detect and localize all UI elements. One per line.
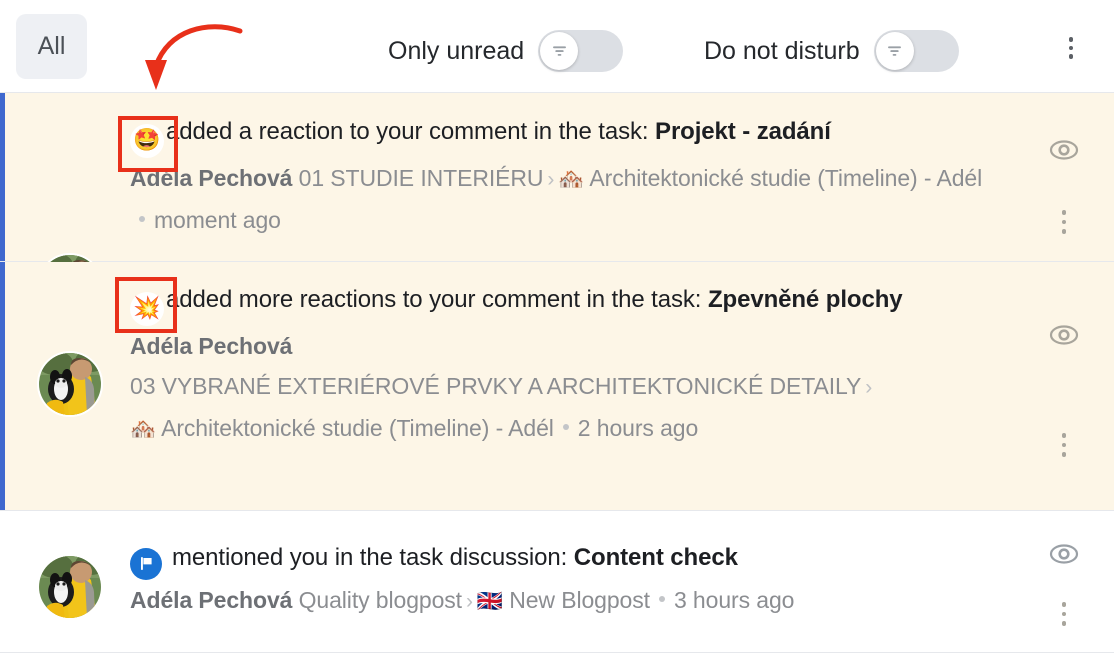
kebab-menu-icon-dot <box>1068 45 1074 51</box>
only-unread-switch[interactable] <box>538 30 624 72</box>
do-not-disturb-label: Do not disturb <box>704 36 860 65</box>
only-unread-label: Only unread <box>388 36 525 65</box>
collision-emoji: 💥 <box>130 292 164 326</box>
kebab-menu-icon-dot <box>1061 210 1067 215</box>
mark-as-read-eye-icon[interactable] <box>1042 320 1086 350</box>
notification-timestamp: moment ago <box>154 207 281 233</box>
notification-meta: Adéla Pechová 03 VYBRANÉ EXTERIÉROVÉ PRV… <box>130 326 1004 449</box>
notification-author[interactable]: Adéla Pechová <box>130 165 292 191</box>
notification-meta: Adéla Pechová 01 STUDIE INTERIÉRU › 🏘️ Arc… <box>130 158 1004 240</box>
mark-as-read-eye-icon[interactable] <box>1042 135 1086 165</box>
kebab-menu-icon-dot <box>1061 452 1067 457</box>
notification-breadcrumb-1[interactable]: 01 STUDIE INTERIÉRU <box>299 165 544 191</box>
meta-separator-dot <box>658 595 665 602</box>
do-not-disturb-switch[interactable] <box>873 30 959 72</box>
notification-row[interactable]: mentioned you in the task discussion: Co… <box>0 511 1114 653</box>
filter-funnel-icon <box>552 46 566 56</box>
notification-headline-text: mentioned you in the task discussion: <box>172 544 568 571</box>
kebab-menu-icon-dot <box>1061 219 1067 225</box>
notification-content: mentioned you in the task discussion: Co… <box>130 511 1004 652</box>
user-avatar-adela-pechova[interactable] <box>37 554 103 620</box>
notification-content: 💥 added more reactions to your comment in… <box>130 262 1004 510</box>
kebab-menu-icon-dot <box>1068 54 1074 59</box>
notification-breadcrumb-1[interactable]: Quality blogpost <box>299 587 462 613</box>
kebab-menu-icon-dot <box>1061 621 1067 626</box>
notification-timestamp: 2 hours ago <box>577 415 699 441</box>
meta-separator-dot <box>562 424 569 430</box>
kebab-menu-icon-dot <box>1061 229 1067 234</box>
notification-list: 🤩 added a reaction to your comment in the… <box>0 93 1114 653</box>
notification-breadcrumb-2[interactable]: New Blogpost <box>509 587 650 613</box>
star-struck-emoji: 🤩 <box>130 124 164 158</box>
only-unread-toggle-group: Only unread <box>388 30 624 72</box>
notification-breadcrumb-1[interactable]: 03 VYBRANÉ EXTERIÉROVÉ PRVKY A ARCHITEKT… <box>130 373 861 399</box>
do-not-disturb-switch-knob <box>875 32 914 70</box>
chevron-right-icon: › <box>865 376 873 399</box>
notification-headline: 💥 added more reactions to your comment in… <box>130 280 1004 326</box>
kebab-menu-icon-dot <box>1068 37 1074 42</box>
do-not-disturb-toggle-group: Do not disturb <box>704 30 959 72</box>
flag-icon <box>140 557 152 570</box>
notification-author[interactable]: Adéla Pechová <box>130 333 292 359</box>
kebab-menu-icon-dot <box>1061 433 1067 438</box>
notification-more-options-button[interactable] <box>1042 597 1086 631</box>
house-emoji: 🏘️ <box>130 417 157 441</box>
notification-row[interactable]: 🤩 added a reaction to your comment in the… <box>0 93 1114 319</box>
notification-author[interactable]: Adéla Pechová <box>130 587 292 613</box>
notification-headline-text: added more reactions to your comment in … <box>166 286 702 313</box>
notification-row[interactable]: 💥 added more reactions to your comment in… <box>0 262 1114 511</box>
filter-chip-all[interactable]: All <box>16 13 87 79</box>
user-avatar-adela-pechova[interactable] <box>37 351 103 417</box>
notification-timestamp: 3 hours ago <box>673 586 795 613</box>
notification-more-options-button[interactable] <box>1042 428 1086 462</box>
flag-badge-icon <box>130 547 162 580</box>
mark-as-read-eye-icon[interactable] <box>1042 539 1086 569</box>
notification-task-name[interactable]: Zpevněné plochy <box>708 286 903 313</box>
kebab-menu-icon-dot <box>1061 602 1067 607</box>
toolbar-more-options-button[interactable] <box>1056 33 1086 63</box>
chevron-right-icon: › <box>465 589 473 613</box>
notification-task-name[interactable]: Content check <box>574 544 738 571</box>
notification-headline: mentioned you in the task discussion: Co… <box>130 538 1004 580</box>
notification-content: 🤩 added a reaction to your comment in the… <box>130 93 1004 261</box>
notification-meta: Adéla Pechová Quality blogpost › 🇬🇧 New Bl… <box>130 580 1004 622</box>
notification-breadcrumb-2[interactable]: Architektonické studie (Timeline) - Adél <box>589 165 982 191</box>
chevron-right-icon: › <box>547 168 555 191</box>
filter-funnel-icon <box>888 46 902 56</box>
uk-flag-emoji: 🇬🇧 <box>476 588 503 613</box>
house-emoji: 🏘️ <box>558 167 585 191</box>
meta-separator-dot <box>139 216 145 222</box>
only-unread-switch-knob <box>540 32 579 70</box>
kebab-menu-icon-dot <box>1061 442 1067 448</box>
notification-headline: 🤩 added a reaction to your comment in the… <box>130 112 1004 158</box>
notification-breadcrumb-2[interactable]: Architektonické studie (Timeline) - Adél <box>161 415 554 441</box>
kebab-menu-icon-dot <box>1061 611 1067 617</box>
notification-task-name[interactable]: Projekt - zadání <box>655 118 831 145</box>
notifications-toolbar: All Only unread Do not disturb <box>0 0 1114 93</box>
notification-more-options-button[interactable] <box>1042 205 1086 239</box>
notification-headline-text: added a reaction to your comment in the … <box>166 118 649 145</box>
